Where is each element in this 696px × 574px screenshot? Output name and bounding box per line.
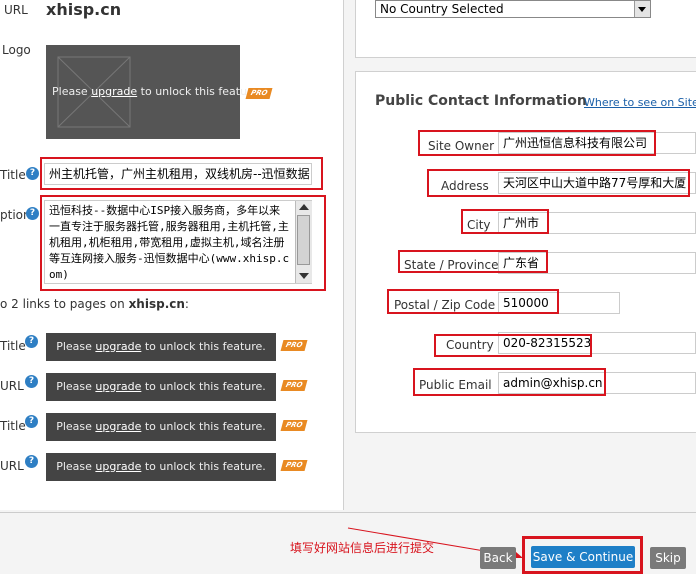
domain-heading: xhisp.cn [46,0,122,19]
link-row-label: URL [0,379,24,393]
help-icon[interactable]: ? [25,335,38,348]
locked-feature-bar: Please upgrade to unlock this feature. [46,453,276,481]
help-icon[interactable]: ? [25,375,38,388]
logo-placeholder: Please upgrade to unlock this feature. [46,45,262,139]
pro-badge: PRO [280,380,308,391]
country-select[interactable]: No Country Selected [375,0,651,18]
help-icon[interactable]: ? [26,207,39,220]
link-row-label: URL [0,459,24,473]
highlight-public-email [413,368,606,396]
pro-badge: PRO [280,420,308,431]
locked-feature-bar: Please upgrade to unlock this feature. [46,373,276,401]
skip-button[interactable]: Skip [650,547,686,569]
pro-badge: PRO [280,460,308,471]
help-icon[interactable]: ? [26,167,39,180]
highlight-title [40,157,323,190]
url-label: URL [4,3,28,17]
upgrade-link[interactable]: upgrade [95,420,141,433]
upgrade-link[interactable]: upgrade [95,340,141,353]
locked-feature-bar: Please upgrade to unlock this feature. [46,333,276,361]
upgrade-link[interactable]: upgrade [95,460,141,473]
title-label: Title [0,168,26,182]
highlight-postal [387,289,559,314]
links-info-text: o 2 links to pages on xhisp.cn: [0,297,189,311]
back-button[interactable]: Back [480,547,516,569]
link-row-label: Title [0,419,26,433]
footer-divider [0,512,696,513]
upgrade-link[interactable]: upgrade [95,380,141,393]
upgrade-link[interactable]: upgrade [91,85,137,98]
pro-badge: PRO [280,340,308,351]
dropdown-arrow-icon[interactable] [634,1,650,17]
help-icon[interactable]: ? [25,455,38,468]
highlight-site-owner [418,130,656,156]
help-icon[interactable]: ? [25,415,38,428]
locked-feature-bar: Please upgrade to unlock this feature. [46,413,276,441]
logo-lock-text: Please upgrade to unlock this feature. [52,85,262,98]
logo-label: Logo [2,43,31,57]
highlight-address [427,169,690,197]
highlight-country [434,334,592,357]
where-to-see-link[interactable]: Where to see on Site [584,96,696,109]
link-row-label: Title [0,339,26,353]
highlight-city [461,209,549,234]
save-continue-button[interactable]: Save & Continue [531,546,635,568]
highlight-state [398,250,548,273]
annotation-text: 填写好网站信息后进行提交 [290,541,435,555]
section-title: Public Contact Information [375,93,587,109]
highlight-description [40,195,326,291]
pro-badge: PRO [245,88,273,99]
